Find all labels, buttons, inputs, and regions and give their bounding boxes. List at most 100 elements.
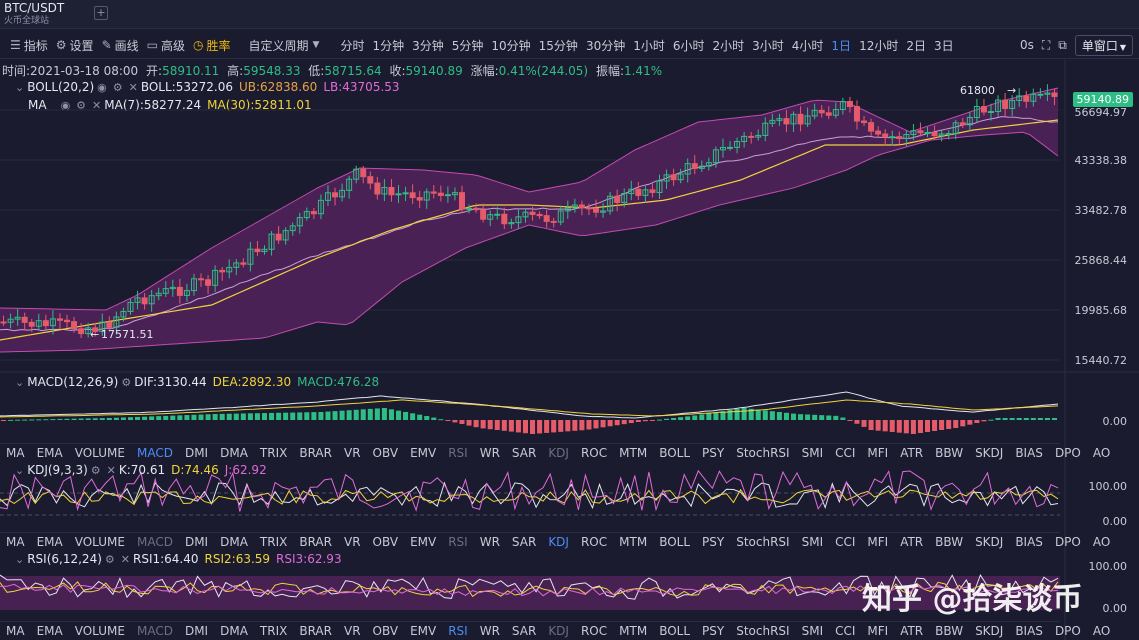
indicator-tab[interactable]: EMA bbox=[31, 624, 69, 638]
indicator-tab[interactable]: BRAR bbox=[293, 535, 338, 549]
winrate-button[interactable]: ◷ 胜率 bbox=[189, 37, 235, 54]
period-option[interactable]: 1日 bbox=[827, 37, 855, 54]
indicator-tab[interactable]: BOLL bbox=[653, 535, 696, 549]
indicator-tab[interactable]: MFI bbox=[861, 446, 894, 460]
indicator-tab[interactable]: VOLUME bbox=[69, 535, 131, 549]
indicator-tab[interactable]: DMI bbox=[179, 624, 214, 638]
indicator-tab[interactable]: EMV bbox=[404, 535, 442, 549]
indicator-tab[interactable]: PSY bbox=[696, 535, 730, 549]
indicator-tab[interactable]: BOLL bbox=[653, 446, 696, 460]
indicator-tab[interactable]: MTM bbox=[613, 446, 653, 460]
indicator-tab[interactable]: SMI bbox=[796, 624, 830, 638]
indicator-tab[interactable]: SAR bbox=[506, 624, 542, 638]
indicator-tab[interactable]: ROC bbox=[575, 624, 613, 638]
indicator-tab[interactable]: TRIX bbox=[254, 624, 293, 638]
indicator-tab[interactable]: DPO bbox=[1049, 624, 1087, 638]
indicator-tab[interactable]: BRAR bbox=[293, 624, 338, 638]
indicator-tab[interactable]: MFI bbox=[861, 535, 894, 549]
symbol-label[interactable]: BTC/USDT 火币全球站 bbox=[4, 2, 64, 28]
indicator-tab[interactable]: EMA bbox=[31, 446, 69, 460]
indicator-tab[interactable]: BBW bbox=[929, 446, 969, 460]
indicator-tab[interactable]: SKDJ bbox=[969, 446, 1009, 460]
period-option[interactable]: 2小时 bbox=[709, 37, 749, 54]
indicator-tab[interactable]: MA bbox=[0, 624, 31, 638]
indicator-tab[interactable]: AO bbox=[1087, 624, 1116, 638]
indicator-tab[interactable]: DMA bbox=[214, 446, 254, 460]
window-mode-dropdown[interactable]: 单窗口 ▼ bbox=[1074, 34, 1133, 56]
indicator-tab[interactable]: RSI bbox=[442, 624, 474, 638]
indicator-tab[interactable]: RSI bbox=[442, 446, 474, 460]
period-option[interactable]: 4小时 bbox=[788, 37, 828, 54]
period-option[interactable]: 15分钟 bbox=[535, 37, 582, 54]
indicator-tab[interactable]: ROC bbox=[575, 535, 613, 549]
indicator-tab[interactable]: MA bbox=[0, 446, 31, 460]
indicator-tab[interactable]: DMI bbox=[179, 446, 214, 460]
indicator-tab[interactable]: KDJ bbox=[542, 446, 575, 460]
indicator-tab[interactable]: VR bbox=[338, 446, 367, 460]
gear-icon[interactable]: ⚙ bbox=[105, 553, 115, 566]
indicator-tab[interactable]: ATR bbox=[894, 535, 929, 549]
gear-icon[interactable]: ⚙ bbox=[91, 464, 101, 477]
indicator-tab[interactable]: RSI bbox=[442, 535, 474, 549]
indicator-tab[interactable]: SMI bbox=[796, 446, 830, 460]
indicator-tab[interactable]: DMI bbox=[179, 535, 214, 549]
indicator-tab[interactable]: DPO bbox=[1049, 535, 1087, 549]
indicator-tab[interactable]: PSY bbox=[696, 624, 730, 638]
indicator-tab[interactable]: CCI bbox=[829, 446, 861, 460]
indicator-tab[interactable]: CCI bbox=[829, 535, 861, 549]
indicator-tab[interactable]: BIAS bbox=[1009, 624, 1049, 638]
collapse-icon[interactable]: ⌄ bbox=[15, 376, 24, 389]
period-option[interactable]: 30分钟 bbox=[582, 37, 629, 54]
period-option[interactable]: 3日 bbox=[930, 37, 958, 54]
indicator-tab[interactable]: BIAS bbox=[1009, 446, 1049, 460]
indicator-tab[interactable]: DMA bbox=[214, 535, 254, 549]
indicator-tab[interactable]: MTM bbox=[613, 535, 653, 549]
indicator-tab[interactable]: ROC bbox=[575, 446, 613, 460]
indicator-tab[interactable]: AO bbox=[1087, 446, 1116, 460]
custom-period-dropdown[interactable]: 自定义周期 ▼ bbox=[245, 37, 327, 54]
indicator-tab[interactable]: StochRSI bbox=[730, 535, 795, 549]
indicator-tab[interactable]: VR bbox=[338, 624, 367, 638]
indicator-tab[interactable]: KDJ bbox=[542, 535, 575, 549]
indicator-tab[interactable]: AO bbox=[1087, 535, 1116, 549]
indicator-tab[interactable]: MFI bbox=[861, 624, 894, 638]
fullscreen-icon[interactable]: ⛶ bbox=[1042, 38, 1050, 53]
indicator-tab[interactable]: BIAS bbox=[1009, 535, 1049, 549]
indicator-tab[interactable]: BOLL bbox=[653, 624, 696, 638]
indicator-tab[interactable]: StochRSI bbox=[730, 446, 795, 460]
indicator-tab[interactable]: DMA bbox=[214, 624, 254, 638]
indicator-tab[interactable]: MACD bbox=[131, 535, 179, 549]
indicator-tab[interactable]: ATR bbox=[894, 624, 929, 638]
indicator-tab[interactable]: SAR bbox=[506, 446, 542, 460]
indicator-tab[interactable]: WR bbox=[474, 624, 506, 638]
indicator-tab[interactable]: ATR bbox=[894, 446, 929, 460]
indicator-tab[interactable]: WR bbox=[474, 446, 506, 460]
period-option[interactable]: 2日 bbox=[902, 37, 930, 54]
indicator-tab[interactable]: WR bbox=[474, 535, 506, 549]
indicator-tab[interactable]: VR bbox=[338, 535, 367, 549]
indicator-tab[interactable]: SAR bbox=[506, 535, 542, 549]
draw-button[interactable]: ✎ 画线 bbox=[98, 37, 143, 54]
add-tab-button[interactable]: + bbox=[94, 6, 108, 20]
indicator-tab[interactable]: MTM bbox=[613, 624, 653, 638]
period-option[interactable]: 1小时 bbox=[629, 37, 669, 54]
indicator-tab[interactable]: TRIX bbox=[254, 535, 293, 549]
period-option[interactable]: 1分钟 bbox=[368, 37, 408, 54]
indicator-tab[interactable]: BRAR bbox=[293, 446, 338, 460]
collapse-icon[interactable]: ⌄ bbox=[15, 553, 24, 566]
collapse-icon[interactable]: ⌄ bbox=[15, 464, 24, 477]
popout-icon[interactable]: ⧉ bbox=[1058, 38, 1067, 53]
indicator-tab[interactable]: BBW bbox=[929, 624, 969, 638]
indicator-tab[interactable]: PSY bbox=[696, 446, 730, 460]
gear-icon[interactable]: ⚙ bbox=[121, 376, 131, 389]
close-icon[interactable]: ✕ bbox=[107, 464, 116, 477]
period-option[interactable]: 3小时 bbox=[748, 37, 788, 54]
period-option[interactable]: 12小时 bbox=[855, 37, 902, 54]
indicator-tab[interactable]: OBV bbox=[367, 535, 405, 549]
advanced-button[interactable]: ▭ 高级 bbox=[143, 37, 189, 54]
indicators-button[interactable]: ☰ 指标 bbox=[6, 37, 52, 54]
period-option[interactable]: 5分钟 bbox=[448, 37, 488, 54]
indicator-tab[interactable]: KDJ bbox=[542, 624, 575, 638]
indicator-tab[interactable]: EMV bbox=[404, 624, 442, 638]
indicator-tab[interactable]: BBW bbox=[929, 535, 969, 549]
